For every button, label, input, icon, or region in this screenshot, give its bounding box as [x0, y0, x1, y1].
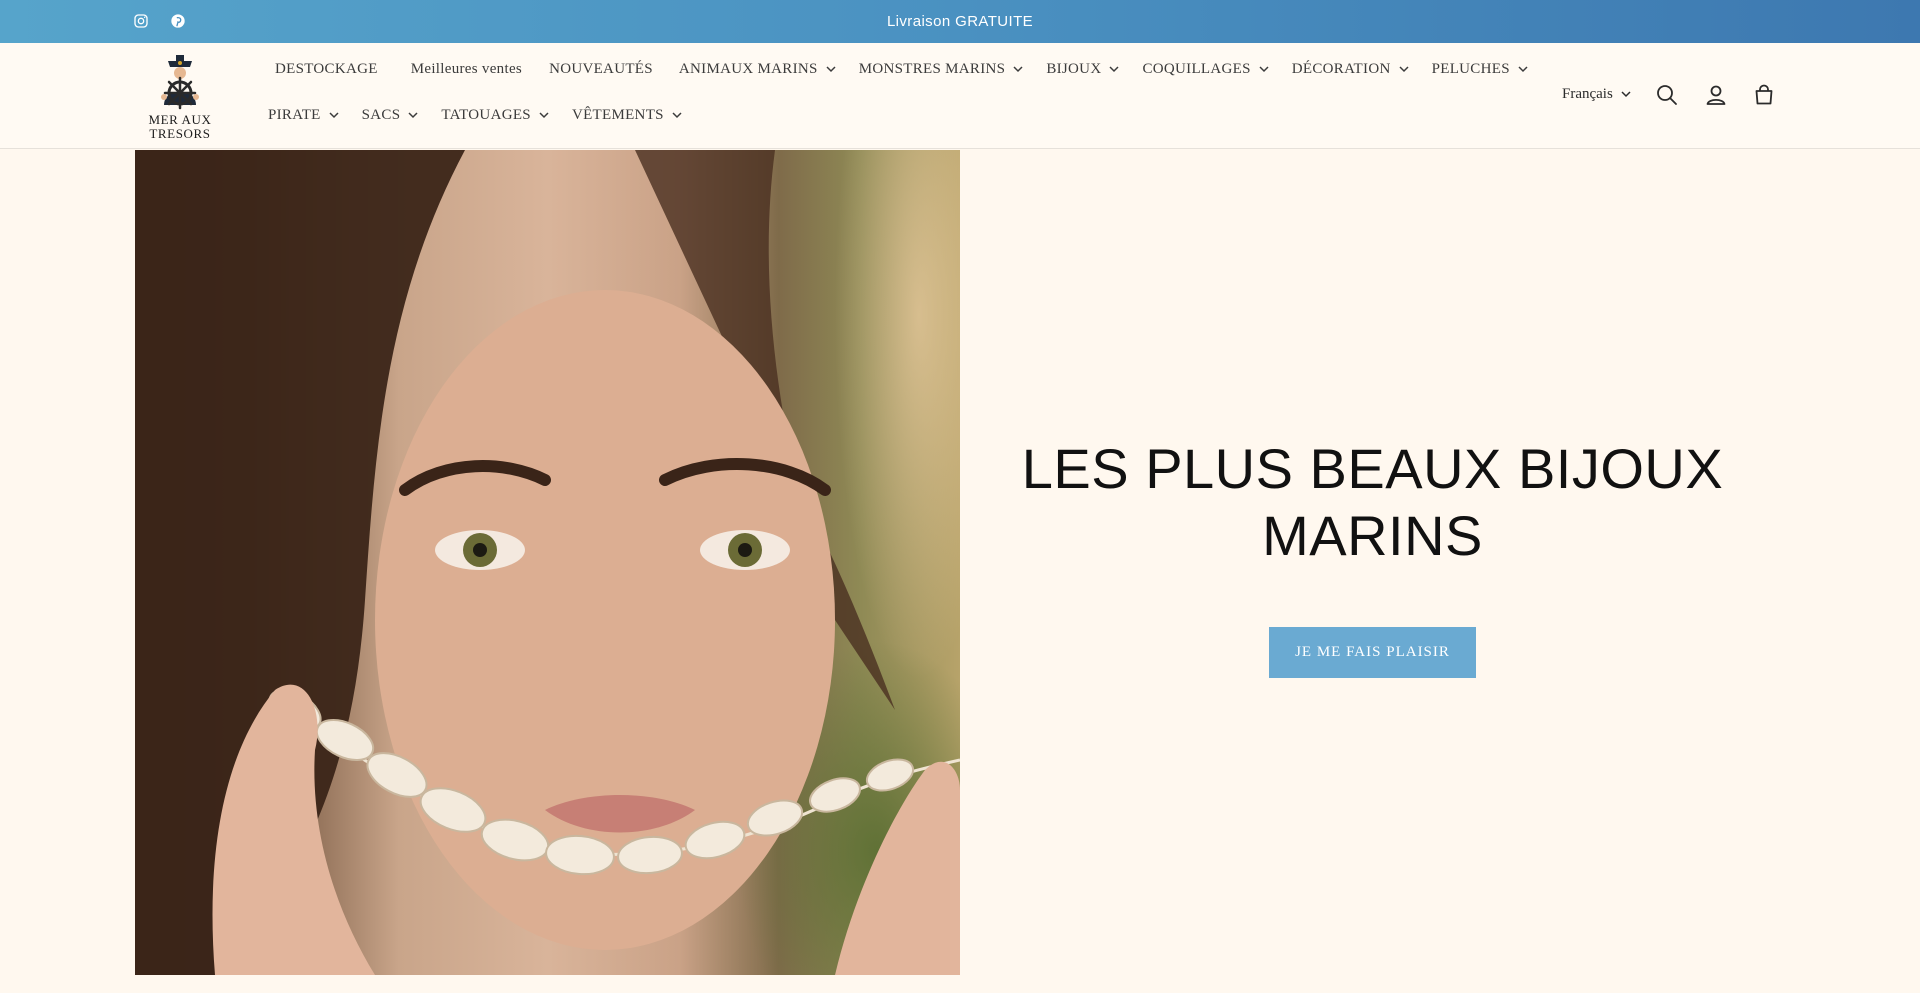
nav-label: Meilleures ventes: [410, 61, 523, 77]
hero-title-line2: MARINS: [1262, 504, 1483, 567]
nav-item-sacs[interactable]: SACS: [362, 107, 419, 124]
main-nav-row-2: PIRATE SACS TATOUAGES VÊTEMENTS: [268, 107, 682, 124]
language-selector[interactable]: Français: [1562, 86, 1631, 103]
chevron-down-icon: [1013, 66, 1023, 73]
chevron-down-icon: [1518, 66, 1528, 73]
nav-item-vetements[interactable]: VÊTEMENTS: [572, 107, 682, 124]
chevron-down-icon: [1109, 66, 1119, 73]
nav-item-decoration[interactable]: DÉCORATION: [1292, 61, 1409, 78]
account-icon[interactable]: [1702, 81, 1730, 109]
announcement-text: Livraison GRATUITE: [886, 13, 1034, 30]
nav-label: MONSTRES MARINS: [858, 61, 1006, 77]
announcement-bar: Livraison GRATUITE: [0, 0, 1920, 43]
instagram-icon[interactable]: [132, 12, 150, 30]
hero-title-line1: LES PLUS BEAUX BIJOUX: [1021, 437, 1724, 500]
nav-item-monstres-marins[interactable]: MONSTRES MARINS: [859, 61, 1024, 78]
nav-label: NOUVEAUTÉS: [549, 61, 653, 77]
search-icon[interactable]: [1653, 81, 1681, 109]
language-label: Français: [1562, 86, 1613, 102]
site-header: MER AUX TRESORS DESTOCKAGE Meilleures ve…: [0, 43, 1920, 149]
cart-icon[interactable]: [1750, 81, 1778, 109]
chevron-down-icon: [408, 112, 418, 119]
logo-text-line2: TRESORS: [149, 126, 211, 141]
nav-item-peluches[interactable]: PELUCHES: [1432, 61, 1528, 78]
nav-label: BIJOUX: [1046, 61, 1102, 77]
chevron-down-icon: [329, 112, 339, 119]
nav-item-destockage[interactable]: DESTOCKAGE: [275, 61, 378, 78]
store-logo[interactable]: MER AUX TRESORS: [140, 53, 220, 145]
nav-label: PIRATE: [268, 107, 321, 123]
nav-label: ANIMAUX MARINS: [678, 61, 818, 77]
nav-label: DESTOCKAGE: [275, 61, 378, 77]
nav-label: COQUILLAGES: [1142, 61, 1251, 77]
nav-label: SACS: [361, 107, 401, 123]
nav-item-meilleures-ventes[interactable]: Meilleures ventes: [411, 61, 522, 78]
logo-text-line1: MER AUX: [148, 112, 212, 127]
chevron-down-icon: [1259, 66, 1269, 73]
nav-item-bijoux[interactable]: BIJOUX: [1046, 61, 1119, 78]
nav-label: PELUCHES: [1431, 61, 1510, 77]
nav-item-tatouages[interactable]: TATOUAGES: [441, 107, 549, 124]
chevron-down-icon: [1621, 91, 1631, 98]
main-nav-row-1: DESTOCKAGE Meilleures ventes NOUVEAUTÉS …: [275, 61, 1528, 78]
nav-item-pirate[interactable]: PIRATE: [268, 107, 339, 124]
nav-label: TATOUAGES: [441, 107, 531, 123]
chevron-down-icon: [672, 112, 682, 119]
nav-label: VÊTEMENTS: [571, 107, 664, 123]
captain-wheel-logo-icon: [161, 55, 199, 110]
hero-cta-button[interactable]: JE ME FAIS PLAISIR: [1269, 627, 1476, 678]
hero-title: LES PLUS BEAUX BIJOUX MARINS: [1010, 435, 1735, 569]
hero-image: [135, 150, 960, 975]
pinterest-icon[interactable]: [169, 12, 187, 30]
hero-photo-woman-shell-necklace: [135, 150, 960, 975]
chevron-down-icon: [826, 66, 836, 73]
chevron-down-icon: [1399, 66, 1409, 73]
nav-item-coquillages[interactable]: COQUILLAGES: [1142, 61, 1269, 78]
chevron-down-icon: [539, 112, 549, 119]
nav-item-animaux-marins[interactable]: ANIMAUX MARINS: [679, 61, 836, 78]
nav-label: DÉCORATION: [1291, 61, 1391, 77]
nav-item-nouveautes[interactable]: NOUVEAUTÉS: [549, 61, 653, 78]
